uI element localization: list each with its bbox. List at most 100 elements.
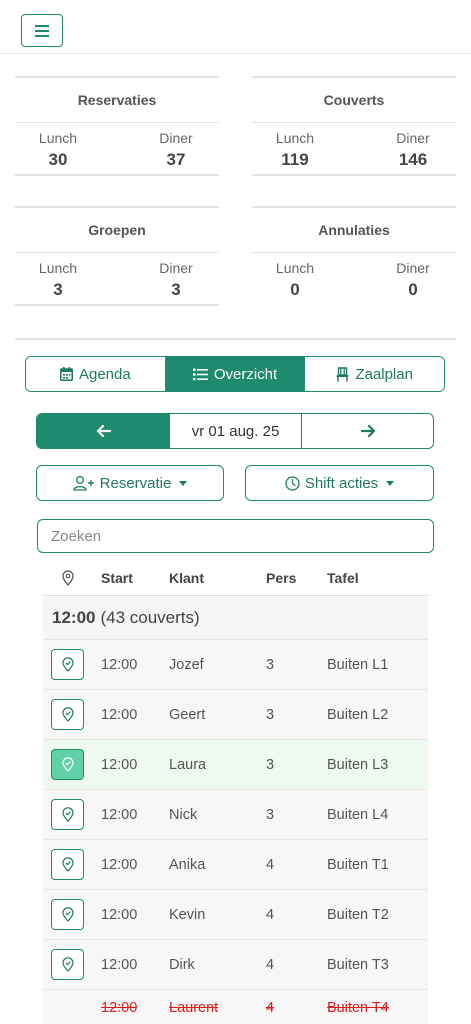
shift-actions-button[interactable]: Shift acties (245, 465, 434, 501)
row-tafel: Buiten T1 (327, 857, 389, 873)
stat-label: Diner (159, 260, 193, 276)
stat-label: Diner (159, 130, 193, 146)
previous-day-button[interactable] (37, 414, 170, 448)
row-klant: Laurent (169, 1000, 219, 1016)
row-pers: 4 (266, 907, 275, 923)
arrival-button[interactable] (51, 899, 84, 930)
calendar-icon (59, 367, 73, 381)
row-start: 12:00 (101, 857, 138, 873)
row-tafel: Buiten L4 (327, 807, 389, 823)
table-row[interactable]: 12:00 Geert 3 Buiten L2 (43, 690, 428, 740)
row-pers: 3 (266, 707, 275, 723)
table-row[interactable]: 12:00 Kevin 4 Buiten T2 (43, 890, 428, 940)
map-pin-check-icon (61, 957, 74, 972)
column-start[interactable]: Start (101, 570, 133, 586)
arrival-button[interactable] (51, 649, 84, 680)
stat-value: 3 (171, 280, 181, 299)
row-klant: Kevin (169, 907, 206, 923)
caret-down-icon (386, 480, 395, 486)
row-pers: 3 (266, 757, 275, 773)
stat-annulaties: Annulaties Lunch 0 Diner 0 (252, 206, 456, 306)
tab-agenda[interactable]: Agenda (26, 357, 165, 391)
arrival-button[interactable] (51, 849, 84, 880)
table-row[interactable]: 12:00 Jozef 3 Buiten L1 (43, 640, 428, 690)
table-row[interactable]: 12:00 Nick 3 Buiten L4 (43, 790, 428, 840)
view-tabs: Agenda Overzicht Zaalplan (25, 356, 445, 392)
stat-value: 0 (290, 280, 300, 299)
row-klant: Geert (169, 707, 206, 723)
clock-icon (285, 475, 300, 491)
map-pin-check-icon (61, 907, 74, 922)
row-start: 12:00 (101, 1000, 138, 1016)
row-pers: 4 (266, 1000, 275, 1016)
row-klant: Nick (169, 807, 198, 823)
arrival-button[interactable] (51, 799, 84, 830)
stat-label: Lunch (275, 260, 315, 276)
stat-title: Annulaties (318, 222, 390, 238)
column-pers[interactable]: Pers (266, 570, 296, 586)
stat-label: Diner (396, 260, 430, 276)
row-tafel: Buiten T3 (327, 957, 389, 973)
section-divider (15, 338, 456, 340)
row-klant: Jozef (169, 657, 204, 673)
row-pers: 3 (266, 657, 275, 673)
row-start: 12:00 (101, 757, 138, 773)
stat-value: 30 (48, 150, 68, 169)
next-day-button[interactable] (302, 414, 433, 448)
stat-title: Reservaties (77, 92, 157, 108)
map-pin-check-icon (61, 757, 74, 772)
search-input[interactable] (37, 519, 434, 553)
tab-zaalplan[interactable]: Zaalplan (304, 357, 444, 391)
row-tafel: Buiten L1 (327, 657, 389, 673)
divider (252, 122, 456, 123)
map-pin-check-icon (61, 857, 74, 872)
row-tafel: Buiten L2 (327, 707, 389, 723)
row-start: 12:00 (101, 957, 138, 973)
tab-label: Agenda (78, 365, 131, 383)
row-pers: 4 (266, 957, 275, 973)
date-navigator: vr 01 aug. 25 (36, 413, 434, 449)
stat-label: Diner (396, 130, 430, 146)
arrival-button[interactable] (51, 949, 84, 980)
map-pin-check-icon (61, 807, 74, 822)
row-start: 12:00 (101, 907, 138, 923)
table-row[interactable]: 12:00 Anika 4 Buiten T1 (43, 840, 428, 890)
list-icon (192, 368, 208, 380)
menu-button[interactable] (21, 14, 63, 47)
arrow-left-icon (96, 425, 111, 437)
column-tafel[interactable]: Tafel (327, 570, 359, 586)
row-klant: Dirk (169, 957, 195, 973)
user-plus-icon (72, 475, 94, 491)
time-group-header: 12:00 (43 couverts) (43, 597, 428, 640)
divider (252, 252, 456, 253)
top-bar (0, 0, 471, 54)
hamburger-icon (35, 24, 49, 37)
add-reservation-button[interactable]: Reservatie (36, 465, 224, 501)
table-row-cancelled[interactable]: 12:00 Laurent 4 Buiten T4 (43, 990, 428, 1024)
table-row[interactable]: 12:00 Dirk 4 Buiten T3 (43, 940, 428, 990)
row-start: 12:00 (101, 807, 138, 823)
column-klant[interactable]: Klant (169, 570, 204, 586)
stat-value: 0 (408, 280, 418, 299)
caret-down-icon (179, 480, 188, 486)
current-date[interactable]: vr 01 aug. 25 (170, 414, 302, 448)
row-start: 12:00 (101, 707, 138, 723)
stat-reservaties: Reservaties Lunch 30 Diner 37 (15, 76, 219, 176)
row-start: 12:00 (101, 657, 138, 673)
row-pers: 3 (266, 807, 275, 823)
tab-overzicht[interactable]: Overzicht (164, 357, 305, 391)
arrival-button[interactable] (51, 699, 84, 730)
stat-value: 37 (166, 150, 186, 169)
tab-label: Zaalplan (355, 365, 413, 383)
stat-label: Lunch (275, 130, 315, 146)
map-pin-check-icon (61, 707, 74, 722)
button-label: Reservatie (99, 474, 172, 492)
stat-label: Lunch (38, 130, 78, 146)
stat-title: Groepen (88, 222, 146, 238)
row-pers: 4 (266, 857, 275, 873)
stat-value: 3 (53, 280, 63, 299)
arrival-button[interactable] (51, 749, 84, 780)
row-tafel: Buiten L3 (327, 757, 389, 773)
divider (15, 252, 219, 253)
table-row[interactable]: 12:00 Laura 3 Buiten L3 (43, 740, 428, 790)
